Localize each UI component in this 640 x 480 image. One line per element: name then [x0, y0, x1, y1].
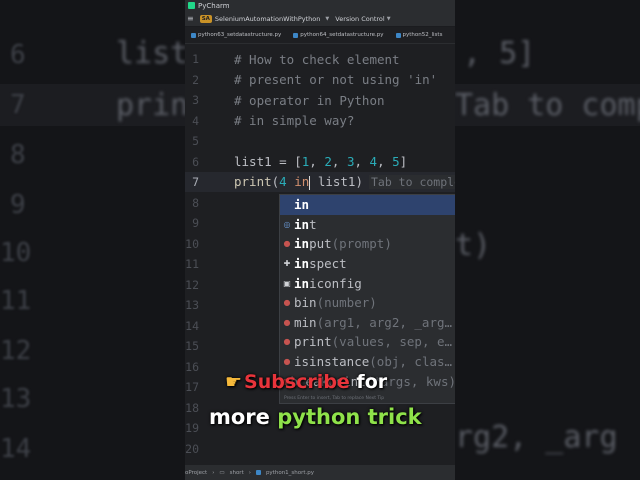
- more-text: more: [209, 405, 278, 429]
- python-file-icon: [293, 32, 299, 38]
- line-number: 19: [185, 421, 199, 435]
- line-number: 12: [185, 277, 199, 292]
- module-icon: ✚: [283, 259, 291, 269]
- line-number: 15: [185, 339, 199, 353]
- pointing-hand-icon: ☛: [225, 371, 243, 393]
- completion-item[interactable]: in: [280, 195, 455, 215]
- line-number: 3: [192, 93, 199, 107]
- app-title: PyCharm: [198, 1, 230, 10]
- python-file-icon: [255, 470, 261, 475]
- variable-name: list1: [234, 154, 272, 169]
- line-number: 1: [192, 52, 199, 66]
- line-number: 10: [185, 236, 199, 251]
- project-badge: SA: [199, 14, 212, 23]
- code-line: 4 # in simple way?: [185, 111, 455, 131]
- code-line: 6 list1 = [1, 2, 3, 4, 5]: [185, 152, 455, 172]
- number-literal: 4: [369, 154, 378, 169]
- chevron-down-icon: ▼: [386, 15, 391, 22]
- number-literal: 5: [392, 154, 400, 169]
- editor-tabs: python63_setdatastructure.py python64_se…: [185, 27, 455, 44]
- line-number: 2: [192, 72, 199, 87]
- tab-label: python63_setdatastructure.py: [198, 32, 282, 38]
- completion-item[interactable]: ● min (arg1, arg2, _arg…: [280, 313, 455, 333]
- line-number: 11: [185, 257, 199, 271]
- python-file-icon: [395, 32, 401, 38]
- main-toolbar: ≡ SA SeleniumAutomationWithPython ▼ Vers…: [185, 11, 455, 27]
- title-bar: PyCharm: [185, 0, 455, 11]
- function-icon: ●: [283, 298, 291, 308]
- line-number: 20: [185, 441, 199, 456]
- tab-file[interactable]: python52_lists: [390, 32, 449, 38]
- line-number: 5: [192, 134, 199, 148]
- breadcrumb-project[interactable]: oProject: [185, 470, 207, 476]
- current-code-line: 7 print(4 in list1)Tab to complete: [185, 172, 455, 192]
- chevron-right-icon: ›: [248, 469, 251, 476]
- breadcrumb-folder[interactable]: short: [230, 470, 244, 476]
- background-left: list prin 6 7 8 9 10 11 12 13 14: [0, 0, 185, 480]
- comment-text: # present or not using 'in': [234, 72, 438, 87]
- subscribe-caption: ☛ Subscribe for: [225, 371, 387, 393]
- completion-item[interactable]: ● print (values, sep, e…: [280, 332, 455, 352]
- print-statement: print(4 in list1)Tab to complete: [234, 174, 455, 190]
- code-line: 3 # operator in Python: [185, 90, 455, 110]
- tab-label: python52_lists: [402, 32, 443, 38]
- number-literal: 2: [324, 154, 332, 169]
- line-number: 6: [192, 154, 199, 169]
- python-file-icon: [191, 32, 196, 38]
- tab-label: python64_setdatastructure.py: [300, 32, 384, 38]
- code-line: 2 # present or not using 'in': [185, 70, 455, 90]
- function-icon: ●: [283, 357, 291, 367]
- completion-item[interactable]: ● isinstance (obj, clas…: [280, 352, 455, 372]
- folder-icon: ▭: [219, 469, 225, 476]
- completion-item[interactable]: ▣ in iconfig: [280, 273, 455, 293]
- background-right: , 5] Tab to comple t) rg2, _arg: [455, 0, 640, 480]
- code-line: 1 # How to check element: [185, 49, 455, 69]
- function-name: print: [234, 174, 272, 190]
- tab-file[interactable]: python63_setdatastructure.py: [185, 32, 287, 38]
- function-icon: ●: [283, 317, 291, 327]
- completion-footer: Press Enter to insert, Tab to replace Ne…: [284, 396, 385, 401]
- python-trick-text: python trick: [277, 405, 422, 429]
- status-bar: oProject › ▭ short › python1_short.py: [185, 465, 455, 480]
- line-number: 9: [192, 216, 199, 230]
- line-number: 17: [185, 380, 199, 394]
- tab-file[interactable]: python64_setdatastructure.py: [287, 32, 389, 38]
- pycharm-logo-icon: [188, 2, 195, 9]
- line-number: 16: [185, 359, 199, 374]
- vcs-label: Version Control: [335, 14, 385, 23]
- completion-item[interactable]: ◎ in t: [280, 215, 455, 235]
- chevron-down-icon: ▼: [325, 15, 330, 22]
- comment-text: # How to check element: [234, 51, 400, 67]
- line-number: 14: [185, 318, 199, 333]
- code-line: 20: [185, 439, 455, 459]
- class-icon: ◎: [283, 219, 291, 229]
- comment-text: # operator in Python: [234, 92, 385, 108]
- function-icon: ●: [283, 337, 291, 347]
- comment-text: # in simple way?: [234, 113, 355, 128]
- breadcrumb-file[interactable]: python1_short.py: [266, 470, 314, 476]
- code-line: 5: [185, 131, 455, 151]
- python-trick-caption: more python trick: [209, 405, 422, 429]
- completion-item[interactable]: ✚ in spect: [280, 254, 455, 274]
- completion-hint: Tab to complete: [368, 175, 455, 190]
- line-number: 8: [192, 195, 199, 210]
- package-icon: ▣: [283, 278, 291, 288]
- chevron-right-icon: ›: [212, 469, 215, 476]
- number-literal: 4: [279, 174, 295, 190]
- hamburger-menu-icon[interactable]: ≡: [187, 14, 194, 23]
- line-number: 7: [192, 175, 199, 189]
- for-text: for: [349, 371, 388, 393]
- function-icon: ●: [283, 239, 291, 249]
- subscribe-text: Subscribe: [244, 371, 350, 393]
- completion-item[interactable]: ● in put (prompt): [280, 234, 455, 254]
- vcs-selector[interactable]: Version Control ▼: [335, 15, 390, 23]
- project-selector[interactable]: SA SeleniumAutomationWithPython ▼: [199, 14, 330, 23]
- completion-item[interactable]: ● bin (number): [280, 293, 455, 313]
- line-number: 13: [185, 298, 199, 312]
- project-name: SeleniumAutomationWithPython: [214, 14, 321, 23]
- line-number: 18: [185, 400, 199, 415]
- line-number: 4: [192, 113, 199, 128]
- keyword-text: in: [294, 174, 310, 190]
- list-assignment: list1 = [1, 2, 3, 4, 5]: [234, 154, 408, 169]
